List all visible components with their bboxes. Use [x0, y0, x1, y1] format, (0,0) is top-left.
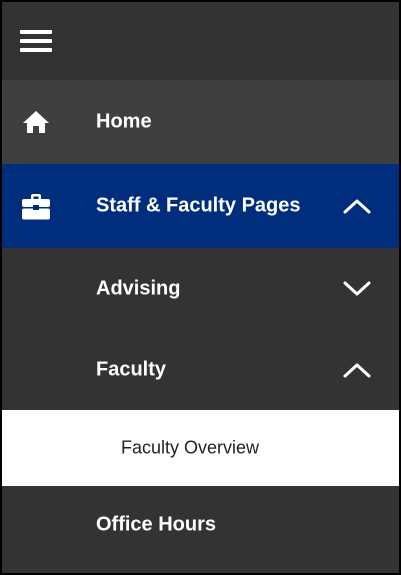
chevron-up-icon[interactable] [343, 362, 371, 378]
nav-item-office-hours-label: Office Hours [96, 513, 217, 536]
briefcase-icon [22, 194, 50, 220]
nav-item-faculty-label: Faculty [96, 358, 167, 381]
nav-item-staff-faculty-pages-label: Staff & Faculty Pages [96, 194, 301, 217]
chevron-up-icon[interactable] [343, 198, 371, 214]
nav-subitem-faculty-overview[interactable]: Faculty Overview [2, 410, 399, 486]
nav-subitem-faculty-overview-label: Faculty Overview [121, 437, 260, 458]
side-navigation: Home Staff & Faculty Pages Advising Facu… [2, 2, 399, 573]
chevron-down-icon[interactable] [343, 281, 371, 297]
hamburger-menu-icon [20, 30, 52, 52]
nav-item-home-label: Home [96, 110, 152, 133]
nav-item-advising-label: Advising [96, 277, 181, 300]
nav-item-faculty[interactable]: Faculty [2, 330, 399, 410]
nav-item-office-hours[interactable]: Office Hours [2, 486, 399, 564]
nav-item-staff-faculty-pages[interactable]: Staff & Faculty Pages [2, 164, 399, 248]
nav-item-home[interactable]: Home [2, 80, 399, 164]
home-icon [23, 111, 49, 133]
nav-item-advising[interactable]: Advising [2, 248, 399, 330]
hamburger-menu-button[interactable] [20, 28, 52, 54]
